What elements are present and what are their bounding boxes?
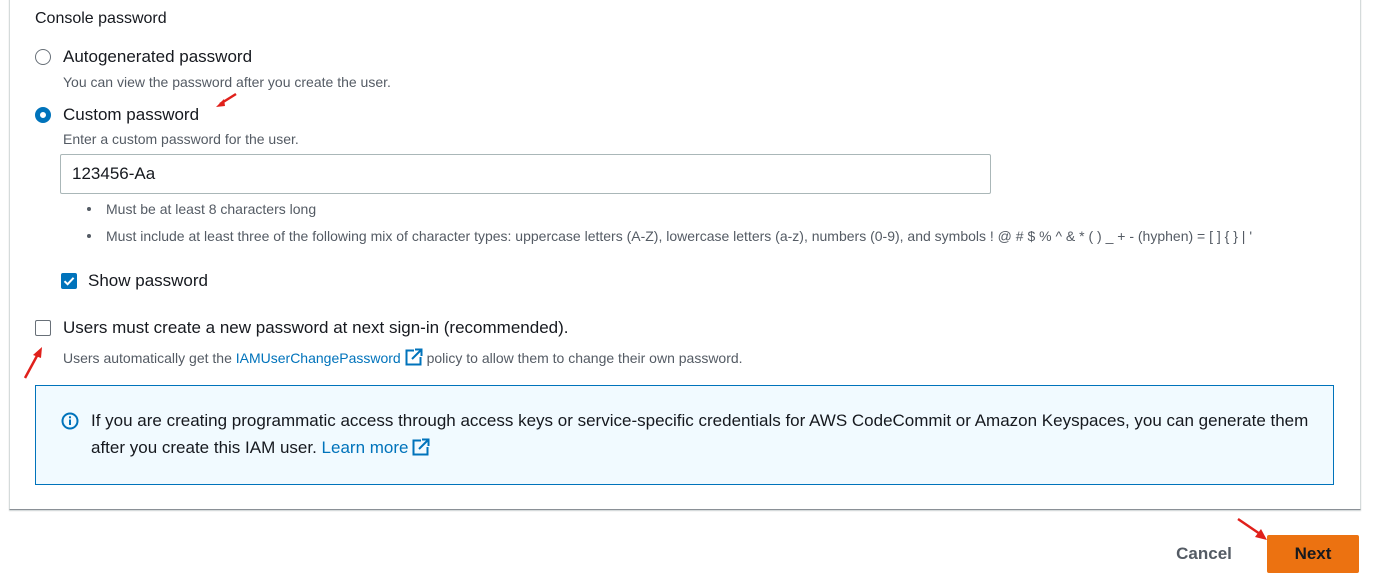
require-password-reset-label[interactable]: Users must create a new password at next… <box>63 318 568 338</box>
show-password-label[interactable]: Show password <box>88 271 208 291</box>
password-rule-character-mix: Must include at least three of the follo… <box>84 227 1314 245</box>
info-alert-message: If you are creating programmatic access … <box>91 411 1309 457</box>
info-icon <box>61 412 79 430</box>
checkmark-icon <box>63 277 75 286</box>
external-link-icon[interactable] <box>412 438 431 456</box>
reset-hint-text-end: policy to allow them to change their own… <box>422 350 743 366</box>
custom-password-hint: Enter a custom password for the user. <box>63 131 299 147</box>
annotation-arrow-icon <box>1237 517 1267 540</box>
iam-user-change-password-link[interactable]: IAMUserChangePassword <box>236 350 401 366</box>
next-button[interactable]: Next <box>1267 535 1359 573</box>
password-rule-length: Must be at least 8 characters long <box>84 200 1314 218</box>
cancel-button[interactable]: Cancel <box>1160 535 1248 573</box>
annotation-arrow-icon <box>23 347 42 379</box>
custom-password-input[interactable] <box>60 154 991 194</box>
autogenerated-password-hint: You can view the password after you crea… <box>63 74 391 90</box>
show-password-checkbox[interactable] <box>61 273 77 289</box>
require-password-reset-hint: Users automatically get the IAMUserChang… <box>63 348 743 366</box>
annotation-arrow-icon <box>216 92 237 107</box>
custom-password-radio[interactable] <box>35 107 51 123</box>
console-password-label: Console password <box>35 10 167 27</box>
password-requirements-list: Must be at least 8 characters long Must … <box>84 200 1314 254</box>
custom-password-label[interactable]: Custom password <box>63 105 199 125</box>
reset-hint-text: Users automatically get the <box>63 350 236 366</box>
info-alert-text: If you are creating programmatic access … <box>91 407 1321 461</box>
info-alert: If you are creating programmatic access … <box>35 385 1334 485</box>
learn-more-link[interactable]: Learn more <box>322 438 409 457</box>
require-password-reset-checkbox[interactable] <box>35 320 51 336</box>
autogenerated-password-label[interactable]: Autogenerated password <box>63 47 252 67</box>
autogenerated-password-radio[interactable] <box>35 49 51 65</box>
external-link-icon[interactable] <box>405 348 423 366</box>
